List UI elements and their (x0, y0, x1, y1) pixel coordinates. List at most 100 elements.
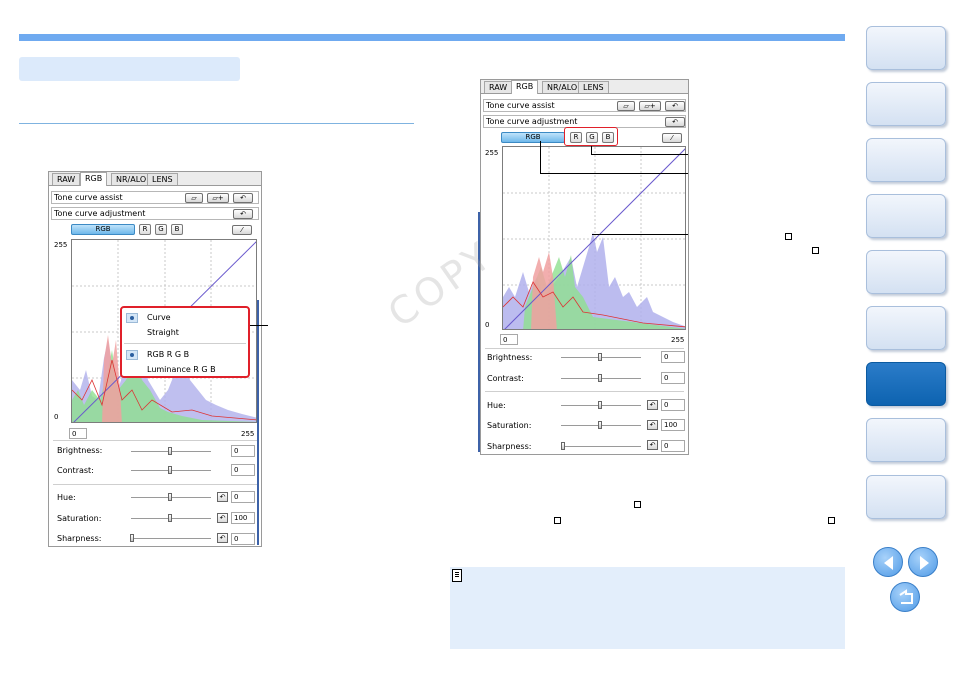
contrast-thumb[interactable] (598, 374, 602, 382)
sharpness-reset-icon[interactable]: ↶ (217, 533, 228, 543)
assist-plus-button[interactable]: ▱+ (639, 101, 661, 111)
hue-reset-icon[interactable]: ↶ (647, 400, 658, 410)
channel-rgb-button[interactable]: RGB (501, 132, 565, 143)
eyedropper-button[interactable]: ⁄ (662, 133, 682, 143)
hue-label: Hue: (487, 401, 506, 410)
hue-thumb[interactable] (168, 493, 172, 501)
rgb-selected-icon (126, 350, 138, 360)
input-max-label: 255 (241, 430, 255, 438)
tab-raw[interactable]: RAW (484, 81, 513, 93)
tab-nr-alo[interactable]: NR/ALO (542, 81, 583, 93)
brightness-thumb[interactable] (598, 353, 602, 361)
brightness-value[interactable]: 0 (661, 351, 685, 363)
memo-icon (452, 569, 462, 582)
tab-rgb[interactable]: RGB (511, 80, 539, 94)
input-min-field[interactable]: 0 (500, 334, 518, 345)
saturation-thumb[interactable] (598, 421, 602, 429)
menu-item-rgb[interactable]: RGB R G B (147, 350, 189, 359)
tab-nr-alo[interactable]: NR/ALO (111, 173, 152, 185)
curve-reset-button[interactable]: ↶ (233, 209, 253, 219)
brightness-thumb[interactable] (168, 447, 172, 455)
histogram-svg (503, 147, 685, 329)
tab-rgb[interactable]: RGB (80, 172, 108, 186)
input-min-field[interactable]: 0 (69, 428, 87, 439)
input-max-label: 255 (671, 336, 685, 344)
sharpness-value[interactable]: 0 (661, 440, 685, 452)
nav-tab-6[interactable] (866, 306, 946, 350)
callout-line-point (592, 234, 688, 235)
assist-plus-button[interactable]: ▱+ (207, 193, 229, 203)
saturation-reset-icon[interactable]: ↶ (647, 420, 658, 430)
menu-item-curve[interactable]: Curve (147, 313, 171, 322)
assist-button[interactable]: ▱ (617, 101, 635, 111)
tone-curve-assist-row: Tone curve assist ▱ ▱+ ↶ (51, 191, 259, 204)
y-axis-min-label: 0 (485, 321, 490, 329)
slider-separator (53, 440, 257, 441)
page-ref-square (828, 517, 835, 524)
sharpness-thumb[interactable] (130, 534, 134, 542)
nav-tab-9[interactable] (866, 475, 946, 519)
hue-reset-icon[interactable]: ↶ (217, 492, 228, 502)
rgb-channel-highlight (564, 127, 618, 146)
tab-raw[interactable]: RAW (52, 173, 81, 185)
return-button[interactable] (890, 582, 920, 612)
brightness-value[interactable]: 0 (231, 445, 255, 457)
arrow-left-icon (884, 556, 893, 570)
contrast-label: Contrast: (57, 466, 94, 475)
channel-r-button[interactable]: R (139, 224, 151, 235)
slider-separator-2 (53, 484, 257, 485)
channel-rgb-button[interactable]: RGB (71, 224, 135, 235)
curve-reset-button[interactable]: ↶ (665, 117, 685, 127)
nav-tab-7-current[interactable] (866, 362, 946, 406)
saturation-value[interactable]: 100 (231, 512, 255, 524)
saturation-reset-icon[interactable]: ↶ (217, 513, 228, 523)
tone-curve-assist-label: Tone curve assist (54, 193, 123, 202)
contrast-thumb[interactable] (168, 466, 172, 474)
hue-thumb[interactable] (598, 401, 602, 409)
sharpness-reset-icon[interactable]: ↶ (647, 440, 658, 450)
nav-tab-2[interactable] (866, 82, 946, 126)
nav-tab-8[interactable] (866, 418, 946, 462)
eyedropper-button[interactable]: ⁄ (232, 225, 252, 235)
sharpness-label: Sharpness: (57, 534, 102, 543)
hue-value[interactable]: 0 (231, 491, 255, 503)
nav-tab-1[interactable] (866, 26, 946, 70)
contrast-value[interactable]: 0 (231, 464, 255, 476)
assist-reset-button[interactable]: ↶ (233, 193, 253, 203)
channel-g-button[interactable]: G (155, 224, 167, 235)
nav-tab-3[interactable] (866, 138, 946, 182)
page-ref-square (634, 501, 641, 508)
sharpness-value[interactable]: 0 (231, 533, 255, 545)
heading-rule (19, 123, 414, 124)
callout-line-rgb-h (540, 173, 688, 174)
assist-reset-button[interactable]: ↶ (665, 101, 685, 111)
hue-value[interactable]: 0 (661, 399, 685, 411)
sharpness-thumb[interactable] (561, 442, 565, 450)
sharpness-track[interactable] (131, 538, 211, 539)
callout-line-channels (591, 146, 592, 154)
saturation-value[interactable]: 100 (661, 419, 685, 431)
page-ref-square (812, 247, 819, 254)
saturation-label: Saturation: (57, 514, 102, 523)
slider-separator (485, 348, 684, 349)
assist-button[interactable]: ▱ (185, 193, 203, 203)
next-page-button[interactable] (908, 547, 938, 577)
section-header (19, 57, 240, 81)
page-ref-square (554, 517, 561, 524)
channel-b-button[interactable]: B (171, 224, 183, 235)
previous-page-button[interactable] (873, 547, 903, 577)
menu-item-luminance[interactable]: Luminance R G B (147, 365, 216, 374)
tone-curve-adjustment-row: Tone curve adjustment ↶ (51, 207, 259, 220)
nav-tab-5[interactable] (866, 250, 946, 294)
tab-lens[interactable]: LENS (147, 173, 178, 185)
menu-item-straight[interactable]: Straight (147, 328, 179, 337)
sharpness-track[interactable] (561, 446, 641, 447)
tab-lens[interactable]: LENS (578, 81, 609, 93)
left-panel-scroll-edge (257, 300, 259, 545)
saturation-thumb[interactable] (168, 514, 172, 522)
contrast-value[interactable]: 0 (661, 372, 685, 384)
saturation-label: Saturation: (487, 421, 532, 430)
slider-separator-2 (485, 391, 684, 392)
nav-tab-4[interactable] (866, 194, 946, 238)
y-axis-max-label: 255 (485, 149, 499, 157)
